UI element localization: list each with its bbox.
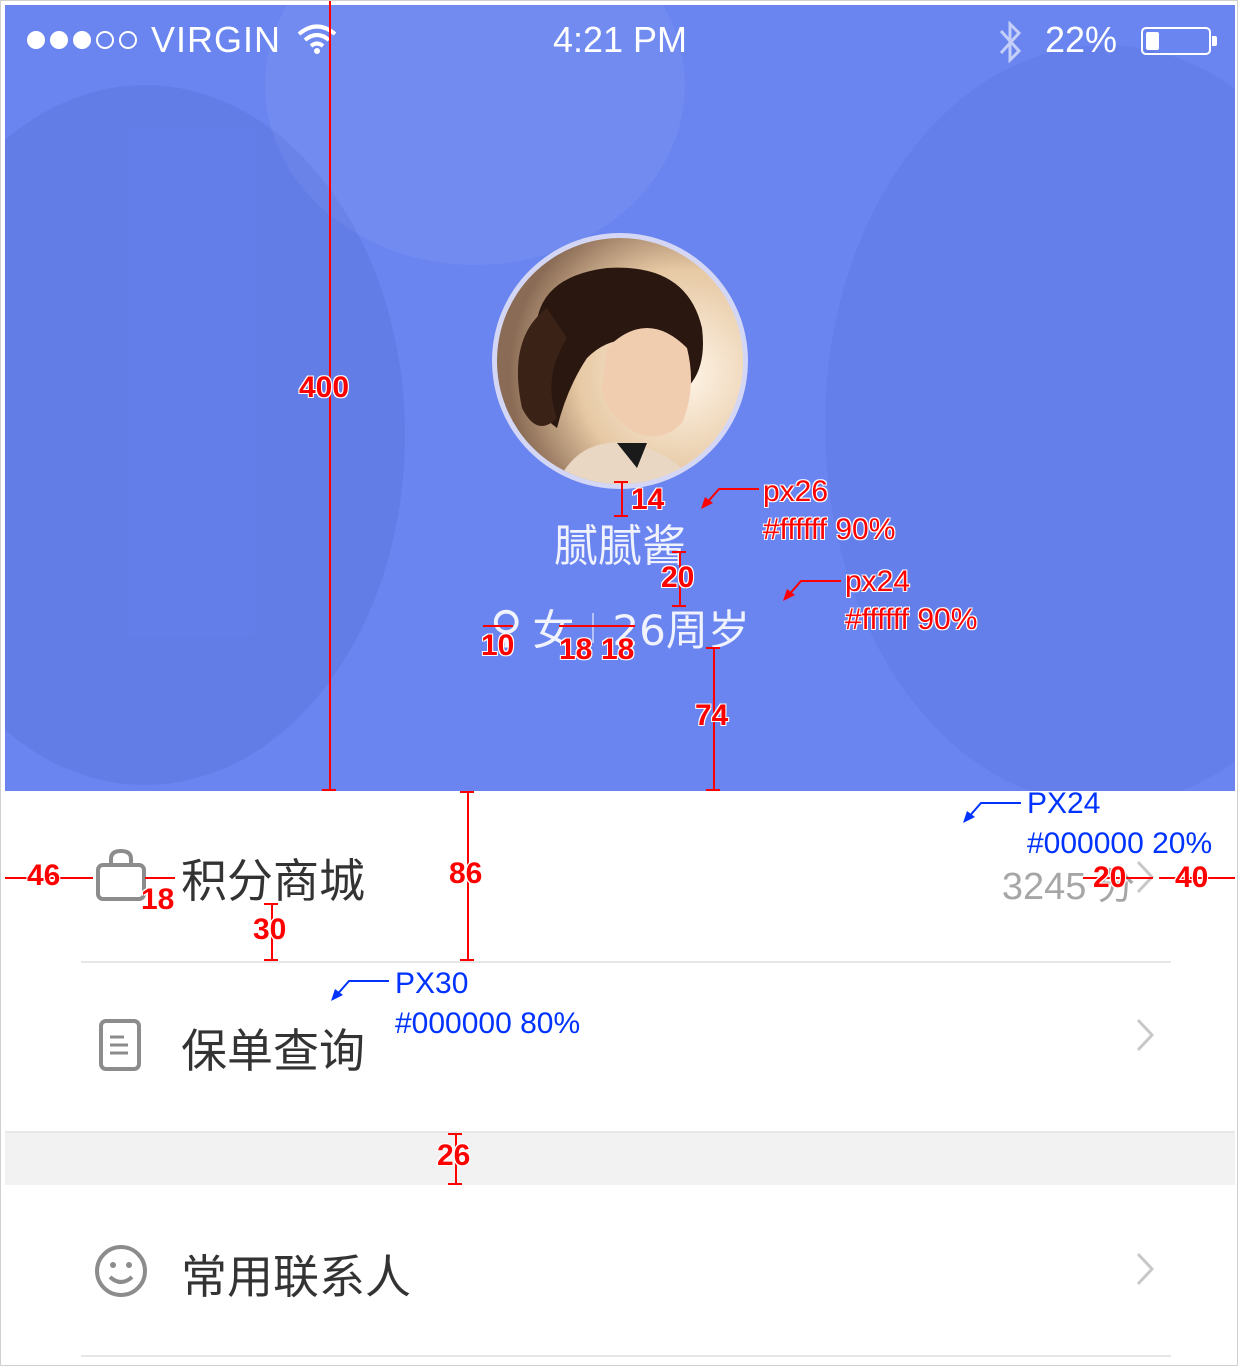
spec-name-color: #ffffff 90% <box>763 513 896 546</box>
meta-separator <box>592 612 595 643</box>
divider <box>81 1355 1171 1357</box>
spec-arrow-icon <box>701 488 759 509</box>
spec-header-height: 400 <box>299 371 350 404</box>
menu-item-policy-query[interactable]: 保单查询 <box>5 963 1235 1129</box>
spec-name-size: px26 <box>763 475 829 508</box>
spec-arrow-icon <box>331 980 389 1001</box>
menu-item-label: 常用联系人 <box>181 1250 411 1304</box>
bluetooth-icon <box>999 21 1022 63</box>
battery-percentage: 22% <box>1045 19 1118 60</box>
spec-icon-size: 30 <box>253 913 287 946</box>
chevron-right-icon <box>1136 1018 1155 1052</box>
phone-screen: VIRGIN 4:21 PM 22% 腻腻酱 ♀ 女 26周岁 积分商城 324… <box>0 0 1238 1366</box>
spec-sep-gap-left: 18 <box>559 633 593 666</box>
spec-value-color: #000000 20% <box>1027 827 1213 860</box>
spec-icon-text-gap: 18 <box>141 883 175 916</box>
spec-meta-size: px24 <box>845 565 911 598</box>
smiley-icon <box>95 1245 147 1297</box>
spec-icon-gap: 10 <box>481 629 515 662</box>
spec-label-color: #000000 80% <box>395 1007 581 1040</box>
menu-item-label: 积分商城 <box>181 854 365 908</box>
menu-item-frequent-contacts[interactable]: 常用联系人 <box>5 1185 1235 1355</box>
status-bar: VIRGIN 4:21 PM 22% <box>5 5 1235 75</box>
spec-meta-bottom-gap: 74 <box>695 699 729 732</box>
spec-name-meta-gap: 20 <box>661 561 695 594</box>
spec-arrow-icon <box>963 802 1021 823</box>
spec-arrow-icon <box>783 580 841 601</box>
spec-avatar-gap: 14 <box>631 483 665 516</box>
spec-value-size: PX24 <box>1027 787 1101 820</box>
spec-label-size: PX30 <box>395 967 469 1000</box>
spec-meta-color: #ffffff 90% <box>845 603 978 636</box>
section-gap <box>5 1131 1235 1187</box>
spec-row-height: 86 <box>449 857 483 890</box>
profile-header: VIRGIN 4:21 PM 22% 腻腻酱 ♀ 女 26周岁 <box>5 5 1235 791</box>
spec-right-margin: 40 <box>1175 861 1209 894</box>
username: 腻腻酱 <box>554 521 686 572</box>
menu-item-label: 保单查询 <box>181 1024 365 1078</box>
chevron-right-icon <box>1136 1252 1155 1286</box>
battery-icon <box>1141 27 1217 55</box>
avatar[interactable] <box>492 233 748 489</box>
spec-sep-gap-right: 18 <box>601 633 635 666</box>
spec-section-gap: 26 <box>437 1139 471 1172</box>
document-icon <box>99 1019 141 1071</box>
spec-value-chevron-gap: 20 <box>1093 861 1127 894</box>
avatar-photo <box>497 238 743 484</box>
spec-left-margin: 46 <box>27 859 61 892</box>
